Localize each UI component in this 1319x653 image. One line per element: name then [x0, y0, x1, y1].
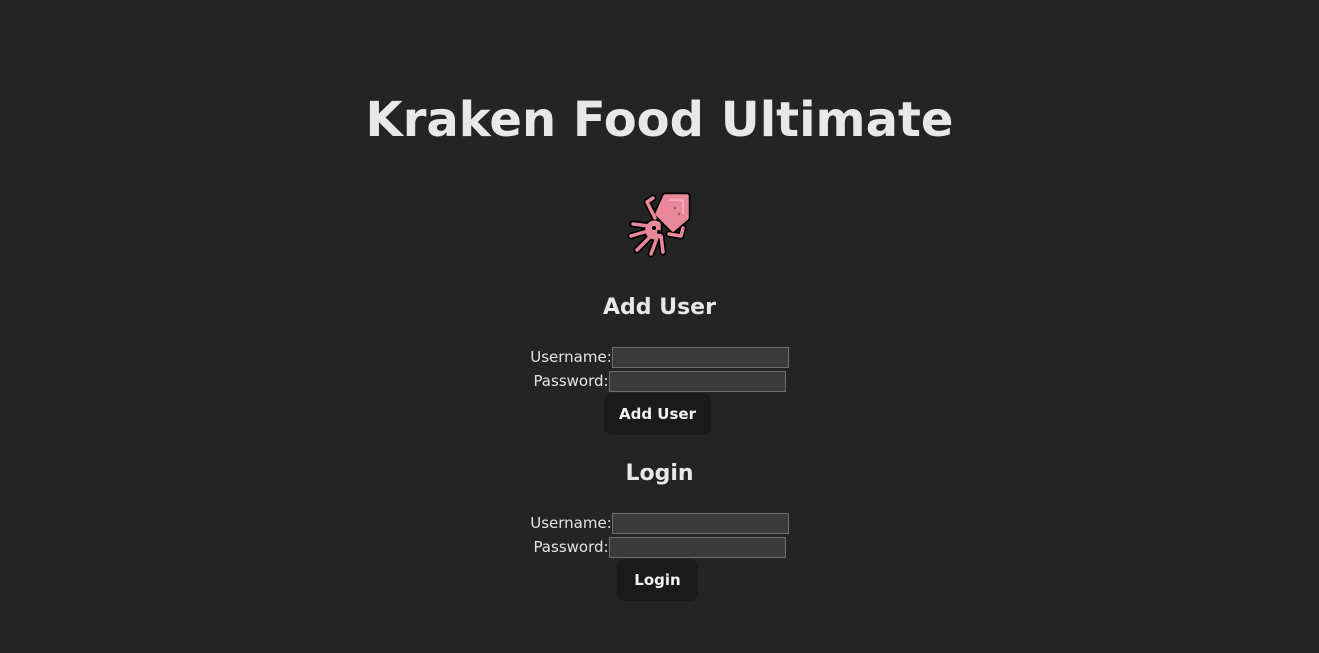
username-label: Username: [530, 348, 612, 366]
squid-icon [623, 190, 693, 260]
add-user-username-input[interactable] [611, 346, 789, 368]
add-user-button[interactable]: Add User [604, 393, 711, 435]
add-user-username-row: Username: [0, 346, 1319, 368]
login-username-input[interactable] [611, 512, 789, 534]
add-user-password-input[interactable] [608, 370, 786, 392]
password-label: Password: [533, 538, 609, 556]
login-username-row: Username: [0, 512, 1319, 534]
username-label: Username: [530, 514, 612, 532]
login-password-input[interactable] [608, 536, 786, 558]
add-user-password-row: Password: [0, 370, 1319, 392]
password-label: Password: [533, 372, 609, 390]
login-password-row: Password: [0, 536, 1319, 558]
page: Kraken Food Ultimate Add User Username: … [0, 0, 1319, 653]
page-title: Kraken Food Ultimate [365, 92, 954, 148]
login-button[interactable]: Login [617, 559, 698, 601]
login-heading: Login [625, 461, 694, 486]
add-user-heading: Add User [603, 295, 716, 320]
